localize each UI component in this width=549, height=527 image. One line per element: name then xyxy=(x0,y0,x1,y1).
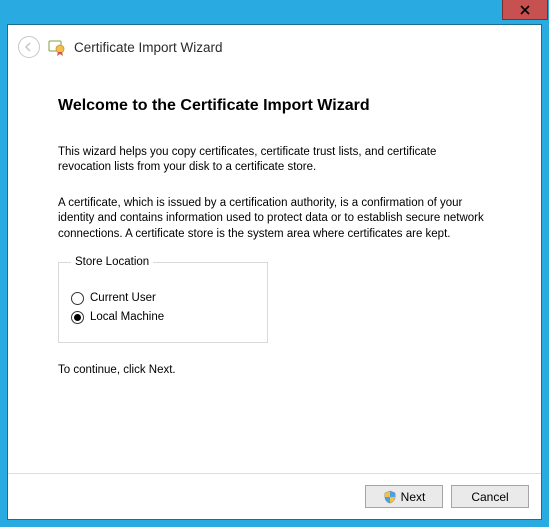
back-button xyxy=(18,36,40,58)
wizard-header: Certificate Import Wizard xyxy=(8,25,541,69)
radio-label-local-machine: Local Machine xyxy=(90,310,164,326)
certificate-wizard-icon xyxy=(48,38,66,56)
radio-current-user[interactable]: Current User xyxy=(71,291,255,307)
title-bar xyxy=(7,0,542,24)
page-heading: Welcome to the Certificate Import Wizard xyxy=(58,95,491,117)
store-location-group: Store Location Current User Local Machin… xyxy=(58,262,268,343)
intro-paragraph-1: This wizard helps you copy certificates,… xyxy=(58,145,491,176)
next-button-label: Next xyxy=(401,490,426,504)
wizard-content: Welcome to the Certificate Import Wizard… xyxy=(8,69,541,473)
uac-shield-icon xyxy=(383,490,397,504)
back-arrow-icon xyxy=(23,41,35,53)
radio-icon xyxy=(71,292,84,305)
intro-paragraph-2: A certificate, which is issued by a cert… xyxy=(58,196,491,243)
close-button[interactable] xyxy=(502,0,548,20)
continue-hint: To continue, click Next. xyxy=(58,363,491,379)
cancel-button[interactable]: Cancel xyxy=(451,485,529,508)
close-icon xyxy=(520,5,530,15)
store-location-legend: Store Location xyxy=(71,255,153,271)
cancel-button-label: Cancel xyxy=(471,490,508,504)
radio-local-machine[interactable]: Local Machine xyxy=(71,310,255,326)
radio-label-current-user: Current User xyxy=(90,291,156,307)
wizard-inner: Certificate Import Wizard Welcome to the… xyxy=(7,24,542,520)
wizard-footer: Next Cancel xyxy=(8,473,541,519)
wizard-window: Certificate Import Wizard Welcome to the… xyxy=(0,0,549,527)
radio-icon xyxy=(71,311,84,324)
wizard-title: Certificate Import Wizard xyxy=(74,40,223,55)
next-button[interactable]: Next xyxy=(365,485,443,508)
